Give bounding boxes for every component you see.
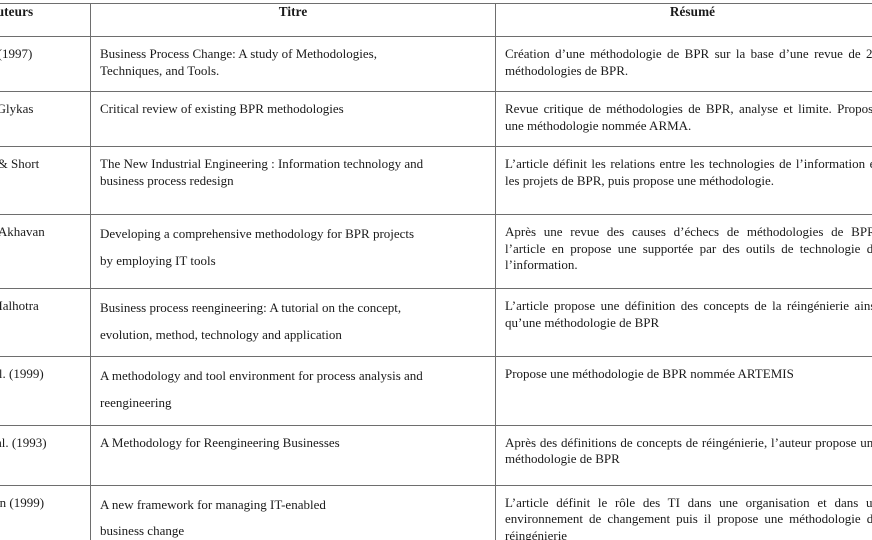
table-row: t al. (1999) A methodology and tool envi…	[0, 356, 872, 426]
column-header-titre-label: Titre	[278, 4, 308, 19]
table-container: uteurs Titre Résumé (1997) Business Proc…	[0, 3, 872, 540]
table-body: (1997) Business Process Change: A study …	[0, 36, 872, 540]
titre-line: A new framework for managing IT-enabled	[100, 496, 326, 512]
titre-line: A methodology and tool environment for p…	[100, 368, 423, 384]
cell-titre: The New Industrial Engineering : Informa…	[90, 146, 496, 215]
column-header-titre: Titre	[90, 3, 496, 37]
table-row: Malhotra Business process reengineering:…	[0, 287, 872, 358]
titre-line: reengineering	[100, 394, 172, 410]
titre-line: Techniques, and Tools.	[100, 62, 220, 78]
table-row: (1997) Business Process Change: A study …	[0, 36, 872, 92]
cell-resume: Après une revue des causes d’échecs de m…	[495, 214, 872, 289]
cell-auteurs: et al. (1993)	[0, 424, 91, 486]
titre-line: The New Industrial Engineering : Informa…	[100, 156, 424, 171]
table-header: uteurs Titre Résumé	[0, 3, 872, 37]
cell-resume-text: Création d’une méthodologie de BPR sur l…	[505, 46, 872, 78]
cell-auteurs-text: et al. (1993)	[0, 434, 47, 450]
cell-auteurs-text: lvin (1999)	[0, 494, 45, 510]
cell-resume-text: Après des définitions de concepts de réi…	[505, 434, 872, 467]
cell-titre-text: A methodology and tool environment for p…	[91, 357, 495, 424]
table-row: Glykas Critical review of existing BPR m…	[0, 91, 872, 147]
column-header-auteurs: uteurs	[0, 3, 91, 37]
cell-titre-text: Business Process Change: A study of Meth…	[91, 37, 495, 87]
cell-auteurs-text: t & Short	[0, 156, 40, 171]
cell-resume: L’article définit le rôle des TI dans un…	[495, 484, 872, 540]
titre-line: Business process reengineering: A tutori…	[100, 300, 402, 315]
titre-line: business process redesign	[100, 172, 234, 188]
cell-auteurs: t & Short	[0, 146, 91, 215]
cell-resume-text: L’article définit le rôle des TI dans un…	[505, 494, 872, 540]
document-page: uteurs Titre Résumé (1997) Business Proc…	[0, 0, 872, 540]
cell-resume: Propose une méthodologie de BPR nommée A…	[495, 356, 872, 426]
cell-titre-text: Critical review of existing BPR methodol…	[91, 92, 495, 126]
titre-line: business change	[100, 523, 185, 539]
cell-titre: A Methodology for Reengineering Business…	[90, 424, 496, 486]
cell-resume: L’article propose une définition des con…	[495, 287, 872, 358]
bpr-methodologies-table: uteurs Titre Résumé (1997) Business Proc…	[0, 3, 872, 540]
cell-auteurs: (1997)	[0, 36, 91, 92]
cell-titre: A new framework for managing IT-enabled …	[90, 484, 496, 540]
cell-auteurs-text: t al. (1999)	[0, 366, 44, 382]
cell-auteurs: lvin (1999)	[0, 484, 91, 540]
titre-line: by employing IT tools	[100, 252, 216, 268]
cell-resume: Revue critique de méthodologies de BPR, …	[495, 91, 872, 147]
cell-titre: Developing a comprehensive methodology f…	[90, 214, 496, 289]
cell-auteurs: Glykas	[0, 91, 91, 147]
cell-auteurs-text: & Akhavan	[0, 224, 45, 239]
cell-auteurs: Malhotra	[0, 287, 91, 358]
titre-line: Developing a comprehensive methodology f…	[100, 226, 415, 241]
titre-line: Critical review of existing BPR methodol…	[100, 101, 344, 116]
titre-line: Business Process Change: A study of Meth…	[100, 46, 377, 61]
cell-titre: Business Process Change: A study of Meth…	[90, 36, 496, 92]
cell-auteurs-text: (1997)	[0, 46, 33, 61]
cell-auteurs: t al. (1999)	[0, 356, 91, 426]
cell-titre-text: A Methodology for Reengineering Business…	[91, 426, 495, 460]
cell-resume-text: L’article propose une définition des con…	[505, 298, 872, 330]
table-row: & Akhavan Developing a comprehensive met…	[0, 214, 872, 289]
cell-resume: Après des définitions de concepts de réi…	[495, 424, 872, 486]
table-row: t & Short The New Industrial Engineering…	[0, 146, 872, 215]
table-header-row: uteurs Titre Résumé	[0, 3, 872, 37]
cell-titre-text: The New Industrial Engineering : Informa…	[91, 147, 495, 197]
cell-titre: Business process reengineering: A tutori…	[90, 287, 496, 358]
cell-titre: Critical review of existing BPR methodol…	[90, 91, 496, 147]
cell-titre-text: Business process reengineering: A tutori…	[91, 289, 495, 356]
cell-resume-text: Propose une méthodologie de BPR nommée A…	[505, 366, 794, 382]
column-header-resume: Résumé	[495, 3, 872, 37]
cell-resume: L’article définit les relations entre le…	[495, 146, 872, 215]
column-header-resume-label: Résumé	[669, 4, 716, 19]
cell-resume-text: Revue critique de méthodologies de BPR, …	[505, 101, 872, 133]
cell-titre: A methodology and tool environment for p…	[90, 356, 496, 426]
cell-titre-text: A new framework for managing IT-enabled …	[91, 486, 495, 540]
column-header-auteurs-label: uteurs	[0, 4, 34, 19]
cell-resume: Création d’une méthodologie de BPR sur l…	[495, 36, 872, 92]
table-row: et al. (1993) A Methodology for Reengine…	[0, 424, 872, 486]
titre-line: A Methodology for Reengineering Business…	[100, 434, 340, 450]
cell-resume-text: Après une revue des causes d’échecs de m…	[505, 224, 872, 273]
cell-auteurs: & Akhavan	[0, 214, 91, 289]
cell-auteurs-text: Glykas	[0, 101, 34, 116]
cell-auteurs-text: Malhotra	[0, 298, 39, 313]
titre-line: evolution, method, technology and applic…	[100, 326, 342, 342]
cell-titre-text: Developing a comprehensive methodology f…	[91, 215, 495, 282]
table-row: lvin (1999) A new framework for managing…	[0, 484, 872, 540]
cell-resume-text: L’article définit les relations entre le…	[505, 156, 872, 188]
